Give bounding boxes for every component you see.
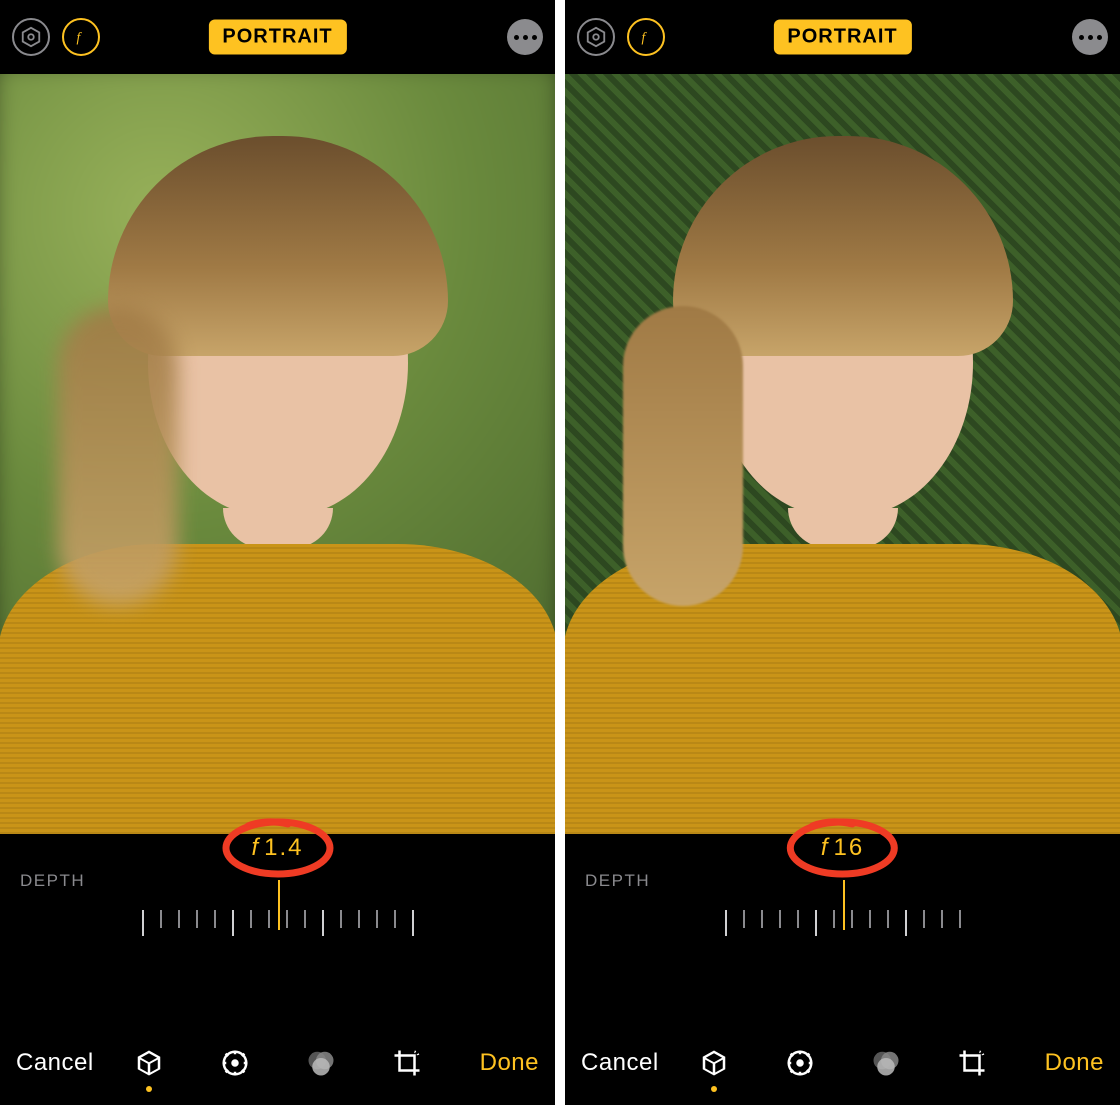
depth-label: DEPTH — [20, 871, 85, 891]
done-button[interactable]: Done — [480, 1049, 539, 1077]
svg-text:f: f — [642, 30, 648, 45]
slider-marker[interactable] — [278, 880, 280, 930]
depth-f-value: f1.4 — [251, 834, 303, 861]
bottom-bar: Cancel Done — [0, 1021, 555, 1105]
slider-marker[interactable] — [843, 880, 845, 930]
top-bar: f PORTRAIT — [0, 0, 555, 74]
depth-f-value: f16 — [821, 834, 864, 861]
crop-icon[interactable] — [390, 1046, 424, 1080]
edit-tools — [697, 1046, 989, 1080]
cube-icon[interactable] — [697, 1046, 731, 1080]
cube-icon[interactable] — [132, 1046, 166, 1080]
photo-preview[interactable] — [565, 74, 1120, 834]
top-bar: f PORTRAIT — [565, 0, 1120, 74]
editor-panel-right: f PORTRAIT DEPTH — [565, 0, 1120, 1105]
lighting-hex-icon[interactable] — [577, 18, 615, 56]
photo-preview[interactable] — [0, 74, 555, 834]
filters-icon[interactable] — [304, 1046, 338, 1080]
lighting-hex-icon[interactable] — [12, 18, 50, 56]
mode-badge[interactable]: PORTRAIT — [208, 20, 346, 55]
photo-subject — [565, 176, 1120, 834]
cancel-button[interactable]: Cancel — [16, 1049, 94, 1077]
editor-panel-left: f PORTRAIT DEPTH — [0, 0, 555, 1105]
depth-slider[interactable] — [0, 910, 555, 970]
depth-label: DEPTH — [585, 871, 650, 891]
edit-tools — [132, 1046, 424, 1080]
cancel-button[interactable]: Cancel — [581, 1049, 659, 1077]
comparison-wrap: f PORTRAIT DEPTH — [0, 0, 1120, 1105]
more-icon[interactable] — [1072, 19, 1108, 55]
filters-icon[interactable] — [869, 1046, 903, 1080]
adjust-icon[interactable] — [783, 1046, 817, 1080]
photo-subject — [0, 176, 555, 834]
aperture-f-icon[interactable]: f — [627, 18, 665, 56]
bottom-bar: Cancel Done — [565, 1021, 1120, 1105]
more-icon[interactable] — [507, 19, 543, 55]
done-button[interactable]: Done — [1045, 1049, 1104, 1077]
crop-icon[interactable] — [955, 1046, 989, 1080]
mode-badge[interactable]: PORTRAIT — [773, 20, 911, 55]
aperture-f-icon[interactable]: f — [62, 18, 100, 56]
svg-text:f: f — [77, 30, 83, 45]
adjust-icon[interactable] — [218, 1046, 252, 1080]
depth-slider[interactable] — [565, 910, 1120, 970]
